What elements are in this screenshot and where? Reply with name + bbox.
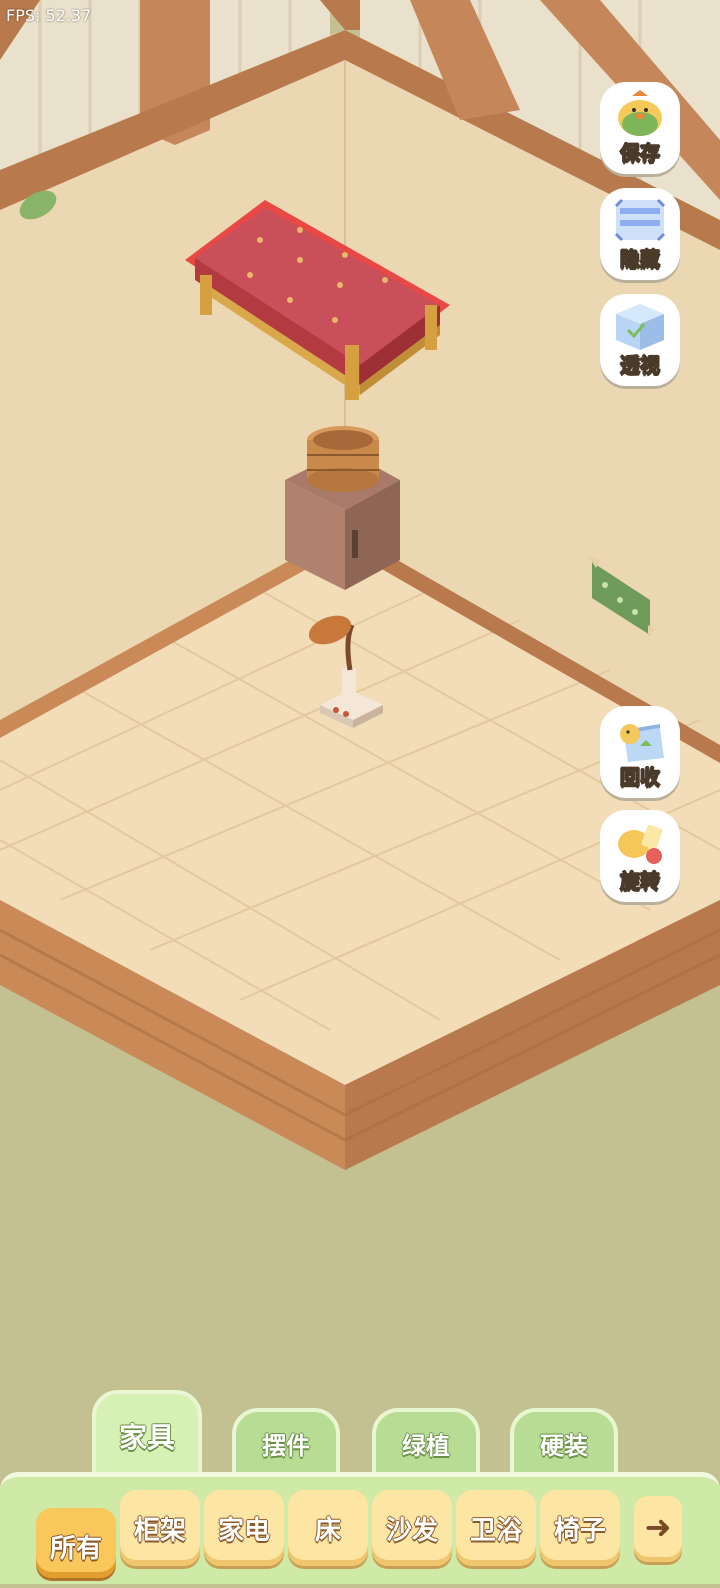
category-chairs[interactable]: 椅子 [540,1490,620,1566]
perspective-button[interactable]: 透视 [600,294,680,386]
tab-furniture[interactable]: 家具 [92,1390,202,1480]
recycle-button[interactable]: 回收 [600,706,680,798]
next-categories-button[interactable]: ➜ [634,1496,682,1562]
rotate-icon [618,824,663,864]
fps-counter: FPS: 52.37 [6,6,92,25]
tab-hardware[interactable]: 硬装 [510,1408,618,1478]
category-bathroom[interactable]: 卫浴 [456,1490,536,1566]
category-appliances[interactable]: 家电 [204,1490,284,1566]
rotate-label: 旋转 [620,869,661,894]
save-label: 保存 [620,141,661,166]
rotate-button[interactable]: 旋转 [600,810,680,902]
cube-icon [616,304,664,350]
tab-plants[interactable]: 绿植 [372,1408,480,1478]
category-all[interactable]: 所有 [36,1508,116,1578]
tab-ornaments[interactable]: 摆件 [232,1408,340,1478]
category-beds[interactable]: 床 [288,1490,368,1566]
category-sofas[interactable]: 沙发 [372,1490,452,1566]
hide-label: 隐藏 [620,247,661,272]
save-button[interactable]: 保存 [600,82,680,174]
recycle-label: 回收 [620,765,661,790]
recycle-bin-icon [620,724,664,762]
arrow-right-icon: ➜ [644,1508,672,1546]
save-duck-icon [618,90,662,136]
hide-button[interactable]: 隐藏 [600,188,680,280]
category-cabinets[interactable]: 柜架 [120,1490,200,1566]
hide-icon [614,198,666,242]
game-scene[interactable]: FPS: 52.37 保存 隐藏 透视 回收 旋转 家具 摆件 绿植 硬装 所有… [0,0,720,1584]
perspective-label: 透视 [620,353,661,378]
